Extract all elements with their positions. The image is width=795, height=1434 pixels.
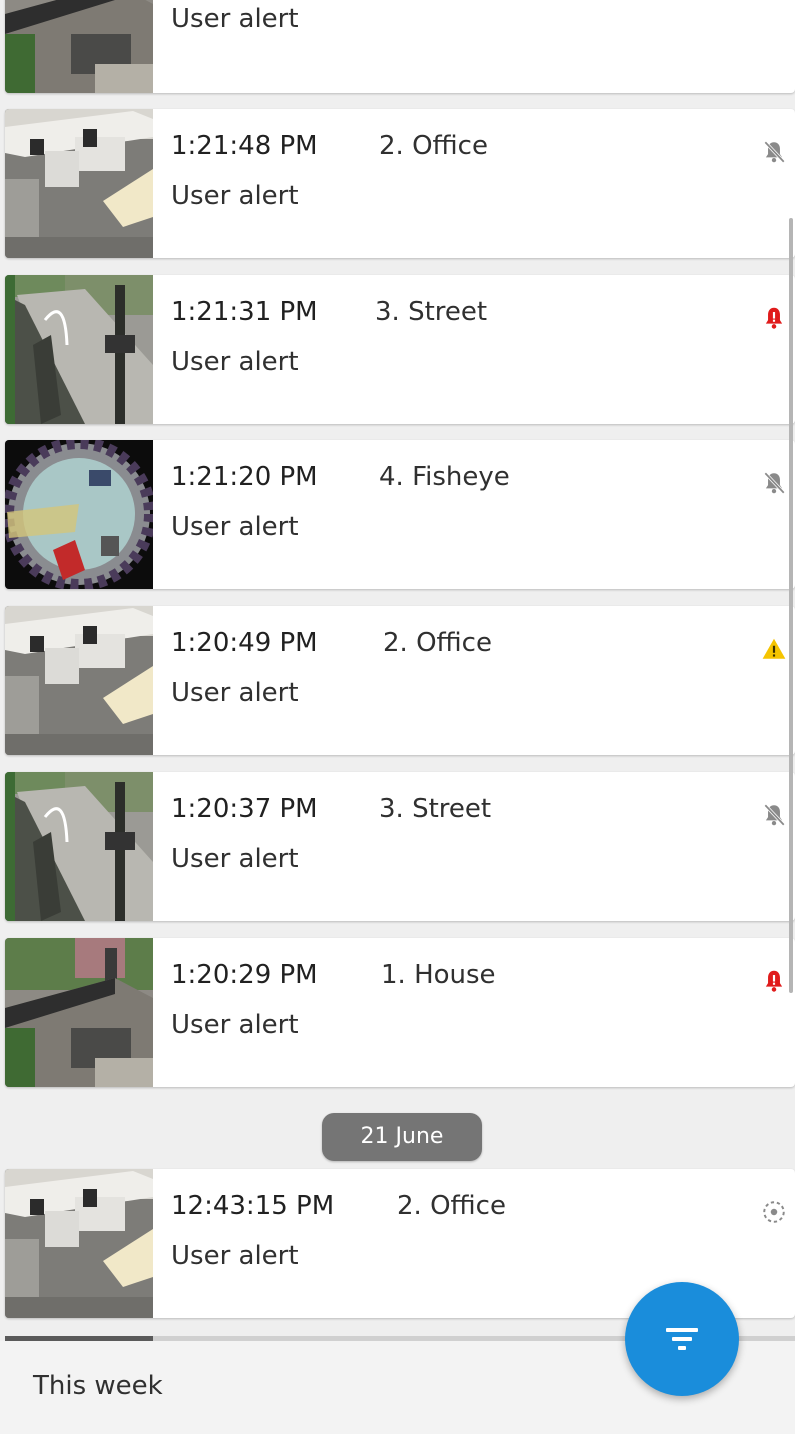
event-type: User alert: [171, 181, 299, 211]
event-card[interactable]: 1:21:31 PM 3. Street User alert: [5, 275, 795, 424]
camera-name: 4. Fisheye: [379, 462, 510, 492]
camera-thumbnail: [5, 275, 153, 424]
bell-alarm-icon: [761, 968, 787, 994]
event-card[interactable]: 1:21:20 PM 4. Fisheye User alert: [5, 440, 795, 589]
event-time: 12:43:15 PM: [171, 1191, 335, 1221]
event-time: 1:21:48 PM: [171, 131, 318, 161]
warning-triangle-icon: [761, 636, 787, 662]
camera-name: 3. Street: [375, 297, 488, 327]
bell-alarm-icon: [761, 305, 787, 331]
event-card[interactable]: 1:20:29 PM 1. House User alert: [5, 938, 795, 1087]
date-divider: 21 June: [322, 1113, 482, 1161]
bell-off-icon: [761, 139, 787, 165]
camera-thumbnail: [5, 772, 153, 921]
event-type: User alert: [171, 347, 299, 377]
camera-thumbnail: [5, 1169, 153, 1318]
camera-name: 2. Office: [383, 628, 492, 658]
event-type: User alert: [171, 1241, 299, 1271]
event-card[interactable]: 1:21:48 PM 2. Office User alert: [5, 109, 795, 258]
event-time: 1:20:49 PM: [171, 628, 318, 658]
event-list: User alert 1:21:48 PM 2. Office User alert 1…: [0, 0, 795, 1434]
camera-thumbnail: [5, 109, 153, 258]
event-card[interactable]: 1:20:37 PM 3. Street User alert: [5, 772, 795, 921]
event-time: 1:20:37 PM: [171, 794, 318, 824]
event-type: User alert: [171, 4, 299, 34]
event-type: User alert: [171, 1010, 299, 1040]
camera-thumbnail: [5, 440, 153, 589]
event-time: 1:20:29 PM: [171, 960, 318, 990]
period-label[interactable]: This week: [33, 1371, 163, 1401]
camera-name: 2. Office: [379, 131, 488, 161]
event-type: User alert: [171, 512, 299, 542]
scrollbar[interactable]: [789, 218, 793, 993]
bell-off-icon: [761, 470, 787, 496]
event-time: 1:21:31 PM: [171, 297, 318, 327]
event-card[interactable]: User alert: [5, 0, 795, 93]
filter-button[interactable]: [625, 1282, 739, 1396]
camera-name: 3. Street: [379, 794, 492, 824]
camera-name: 1. House: [381, 960, 496, 990]
event-type: User alert: [171, 678, 299, 708]
camera-thumbnail: [5, 0, 153, 93]
camera-thumbnail: [5, 606, 153, 755]
camera-thumbnail: [5, 938, 153, 1087]
camera-name: 2. Office: [397, 1191, 506, 1221]
bell-off-icon: [761, 802, 787, 828]
event-type: User alert: [171, 844, 299, 874]
filter-icon: [666, 1328, 698, 1350]
motion-dot-icon: [761, 1199, 787, 1225]
event-card[interactable]: 1:20:49 PM 2. Office User alert: [5, 606, 795, 755]
event-time: 1:21:20 PM: [171, 462, 318, 492]
